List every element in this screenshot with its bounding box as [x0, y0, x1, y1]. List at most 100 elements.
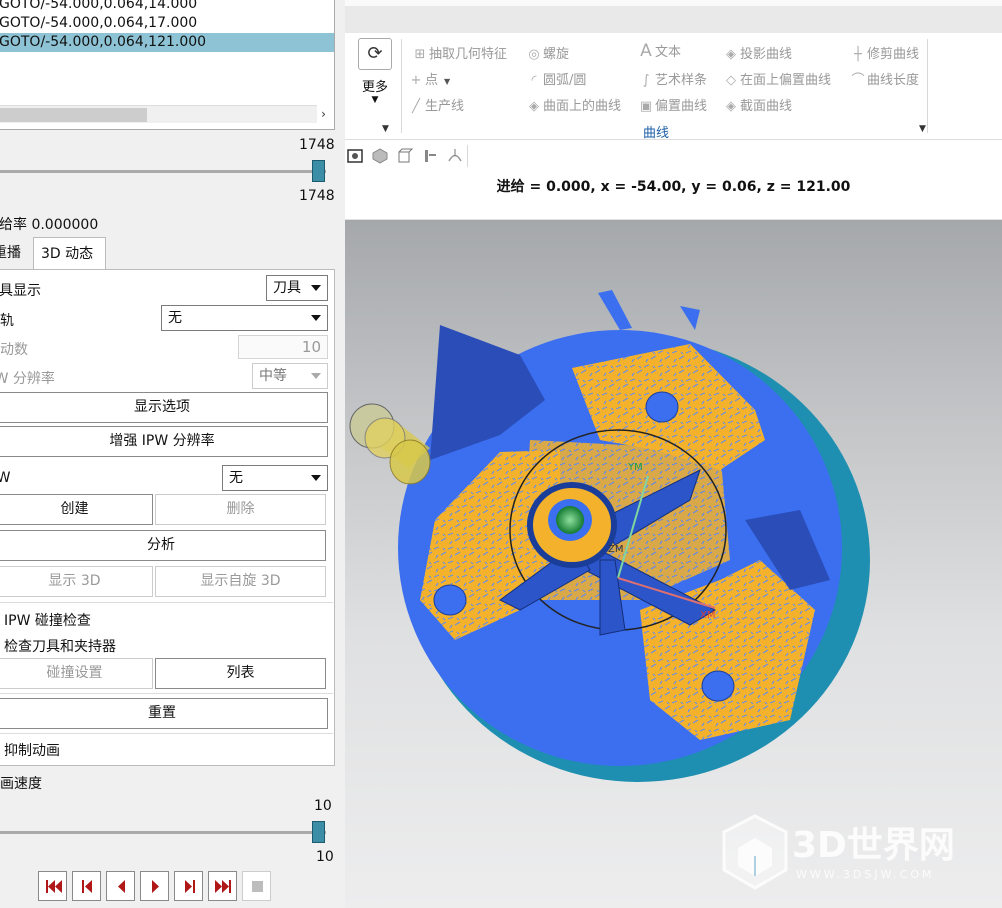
list-item[interactable]: GOTO/-54.000,0.064,14.000	[0, 0, 334, 14]
toolpath-icon[interactable]	[447, 148, 463, 164]
tool-display-select[interactable]: 刀具	[266, 275, 328, 301]
stop-button[interactable]	[242, 871, 271, 901]
more-button[interactable]: ⟳ 更多 ▼	[355, 38, 395, 118]
tool-icon[interactable]	[422, 148, 438, 164]
more-label: 更多	[361, 80, 388, 95]
analyze-button[interactable]: 分析	[0, 530, 326, 561]
divider	[927, 39, 928, 133]
curve-on-surface-button[interactable]: ◈ 曲面上的曲线	[525, 95, 621, 114]
tool-display-label: 刀具显示	[0, 283, 41, 299]
render-icon[interactable]	[347, 148, 363, 164]
arc-circle-button[interactable]: ◜ 圆弧/圆	[525, 69, 586, 88]
scroll-right-icon[interactable]: ›	[315, 105, 332, 123]
ribbon-label: 抽取几何特征	[429, 47, 508, 62]
offset-in-face-button[interactable]: ◇ 在面上偏置曲线	[722, 69, 831, 88]
divider	[467, 145, 468, 167]
chip	[680, 306, 700, 330]
display-options-button[interactable]: 显示选项	[0, 392, 328, 423]
show-spin-3d-button[interactable]: 显示自旋 3D	[155, 566, 326, 597]
reset-button[interactable]: 重置	[0, 698, 328, 729]
ribbon-label: 点	[425, 73, 439, 88]
play-reverse-button[interactable]	[106, 871, 135, 901]
horizontal-scrollbar[interactable]	[0, 105, 317, 123]
chip	[598, 290, 632, 330]
create-button[interactable]: 创建	[0, 494, 153, 525]
section-curve-button[interactable]: ◈ 截面曲线	[722, 95, 792, 114]
chevron-down-icon[interactable]: ▼	[919, 124, 926, 134]
point-button[interactable]: + 点 ▼	[407, 69, 451, 88]
go-to-end-button[interactable]	[208, 871, 237, 901]
chevron-down-icon[interactable]: ▼	[382, 124, 389, 134]
status-bar: 进给 = 0.000, x = -54.00, y = 0.06, z = 12…	[345, 173, 1002, 220]
curve-on-surface-icon: ◈	[529, 99, 539, 114]
collision-settings-button[interactable]: 碰撞设置	[0, 658, 153, 689]
divider	[0, 733, 333, 734]
curve-ribbon: ⟳ 更多 ▼ ▼ ⊞ 抽取几何特征 ◎ 螺旋 A 文本 ◈ 投影曲线 ┼ 修剪曲线 + 点 ▼…	[345, 33, 1002, 141]
step-slider-max: 1748	[299, 137, 335, 153]
text-button[interactable]: A 文本	[637, 41, 681, 61]
anim-speed-max: 10	[314, 798, 332, 814]
trim-curve-button[interactable]: ┼ 修剪曲线	[849, 43, 919, 62]
refresh-icon: ⟳	[358, 38, 392, 70]
ribbon-label: 偏置曲线	[655, 99, 708, 114]
shaded-icon[interactable]	[372, 148, 388, 164]
ipw-resolution-select[interactable]: 中等	[252, 363, 328, 389]
offset-curve-button[interactable]: ▣ 偏置曲线	[637, 95, 707, 114]
anim-speed-thumb[interactable]	[312, 821, 325, 843]
anim-speed-label: 动画速度	[0, 776, 42, 792]
feed-rate-label: 进给率 0.000000	[0, 217, 99, 233]
motion-count-field[interactable]: 10	[238, 335, 328, 359]
delete-button[interactable]: 删除	[155, 494, 326, 525]
ipw-collision-check[interactable]: IPW 碰撞检查	[4, 610, 91, 630]
wireframe-icon[interactable]	[397, 148, 413, 164]
project-curve-button[interactable]: ◈ 投影曲线	[722, 43, 792, 62]
watermark: 3D世界网 WWW.3DSJW.COM	[720, 812, 990, 892]
center-hole	[556, 506, 584, 534]
list-button[interactable]: 列表	[155, 658, 326, 689]
enhance-ipw-button[interactable]: 增强 IPW 分辨率	[0, 426, 328, 457]
line-button[interactable]: ╱ 生产线	[407, 95, 464, 114]
step-back-icon	[82, 880, 92, 893]
step-slider-thumb[interactable]	[312, 160, 325, 182]
anim-speed-track[interactable]	[0, 831, 326, 834]
offset-face-icon: ◇	[726, 73, 736, 88]
ipw-select[interactable]: 无	[222, 465, 328, 491]
extract-icon: ⊞	[414, 47, 426, 62]
operation-list[interactable]: GOTO/-54.000,0.064,14.000 GOTO/-54.000,0…	[0, 0, 335, 130]
check-tool-holder[interactable]: 检查刀具和夹持器	[4, 636, 116, 656]
point-icon: +	[410, 73, 422, 88]
curve-length-button[interactable]: ⌒ 曲线长度	[849, 69, 919, 88]
extract-geometry-button[interactable]: ⊞ 抽取几何特征	[411, 43, 507, 62]
tab-3d-dynamic[interactable]: 3D 动态	[33, 237, 106, 270]
studio-spline-button[interactable]: ∫ 艺术样条	[637, 69, 707, 88]
step-forward-icon	[185, 880, 195, 893]
curve-group-label: 曲线	[643, 126, 670, 141]
path-select[interactable]: 无	[161, 305, 328, 331]
step-slider-track[interactable]	[0, 170, 326, 173]
helix-button[interactable]: ◎ 螺旋	[525, 43, 569, 62]
go-to-start-button[interactable]	[38, 871, 67, 901]
chevron-down-icon	[311, 475, 321, 481]
ribbon-label: 截面曲线	[740, 99, 793, 114]
helix-icon: ◎	[528, 47, 540, 62]
suppress-animation[interactable]: 抑制动画	[4, 740, 60, 760]
3d-viewport[interactable]: YM ZM XM	[345, 220, 1002, 908]
ribbon-label: 投影曲线	[740, 47, 793, 62]
ribbon-label: 修剪曲线	[867, 47, 920, 62]
ipw-resolution-value: 中等	[259, 368, 287, 384]
ipw-label: IPW	[0, 470, 11, 486]
list-item[interactable]: GOTO/-54.000,0.064,17.000	[0, 14, 334, 33]
play-forward-button[interactable]	[140, 871, 169, 901]
step-forward-button[interactable]	[174, 871, 203, 901]
step-back-button[interactable]	[72, 871, 101, 901]
list-item-selected[interactable]: GOTO/-54.000,0.064,121.000	[0, 33, 334, 52]
cutting-tool	[349, 403, 431, 485]
x-axis-label: XM	[700, 610, 715, 621]
watermark-title: 3D世界网	[792, 825, 955, 866]
scrollbar-thumb[interactable]	[0, 108, 147, 122]
tab-replay[interactable]: 重播	[0, 237, 34, 270]
section-icon: ◈	[726, 99, 736, 114]
bolt-hole	[645, 391, 679, 423]
bolt-hole	[701, 670, 735, 702]
show-3d-button[interactable]: 显示 3D	[0, 566, 153, 597]
